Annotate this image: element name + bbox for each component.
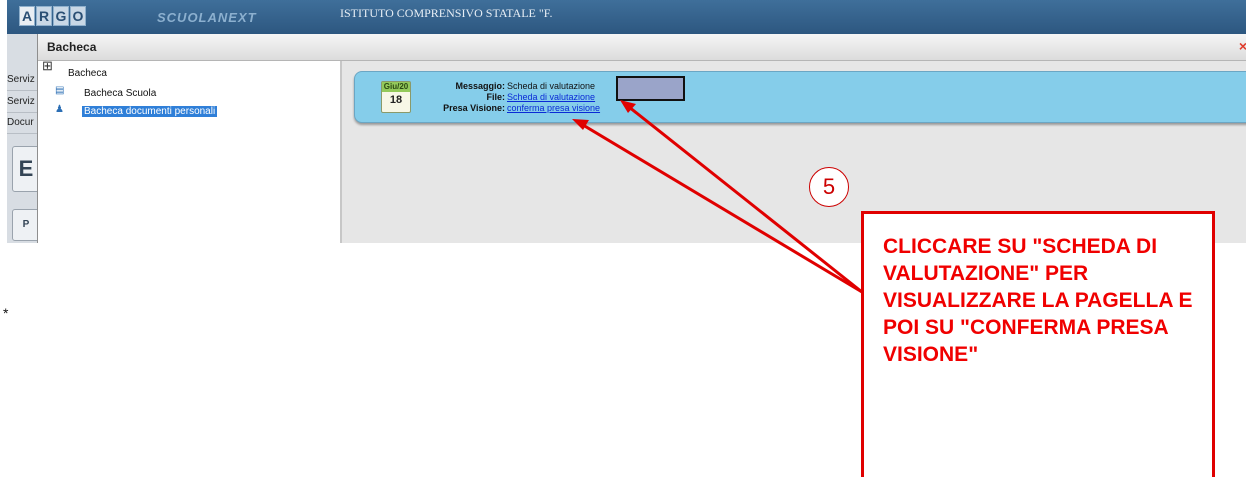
footnote-marker: * (3, 305, 9, 321)
step-number: 5 (809, 167, 849, 207)
arrow-to-presa-visione (577, 120, 863, 294)
instruction-callout: CLICCARE SU "SCHEDA DI VALUTAZIONE" PER … (861, 211, 1215, 477)
instruction-text: CLICCARE SU "SCHEDA DI VALUTAZIONE" PER … (883, 235, 1193, 366)
